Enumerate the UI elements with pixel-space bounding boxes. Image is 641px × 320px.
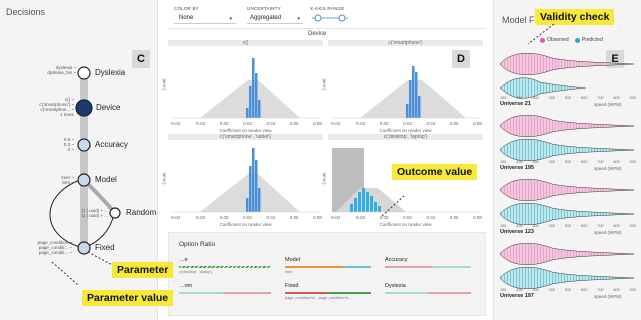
annotation-parameter-value: Parameter value (82, 290, 174, 306)
color-by-label: COLOR BY (174, 6, 199, 11)
plot-title-1: c() (242, 40, 249, 46)
option-card-random[interactable]: …om (179, 283, 271, 303)
option-card-accuracy[interactable]: Accuracy (385, 257, 471, 277)
node-dyslexia[interactable] (77, 66, 91, 80)
node-model[interactable] (77, 173, 91, 187)
axis-ticks-u197: 100 200 300 400 500 600 700 800 900 (500, 288, 636, 292)
option-bar-random (179, 292, 271, 294)
pointer-validity-check (527, 23, 555, 45)
violin-plots (499, 52, 635, 290)
node-label-dyslexia: Dyslexia (95, 68, 126, 77)
node-label-model: Model (95, 175, 117, 184)
option-bar-dyslexia (385, 292, 471, 294)
node-random[interactable] (109, 207, 121, 219)
y-label-3: Count (161, 172, 167, 185)
option-card-fixed[interactable]: Fixed page_condition*d... page_condition… (285, 283, 371, 303)
uncertainty-select[interactable]: Aggregated ▾ (247, 13, 303, 24)
model-fit-panel: Model Fit E Observed Predicted 100 200 3… (493, 0, 641, 320)
node-label-accuracy: Accuracy (95, 140, 128, 149)
option-bar-fixed (285, 292, 371, 294)
x-label-4: Coefficient on reader view (379, 222, 432, 227)
universe-195-unit: speed (WPM) (594, 166, 622, 171)
x-ticks-4: -0.04 -0.02 0.00 0.02 0.04 0.06 0.08 (330, 215, 482, 220)
range-handle-right[interactable] (338, 14, 346, 22)
chevron-down-icon: ▾ (297, 16, 300, 22)
plot-title-2: c('smartphone') (388, 40, 423, 46)
violin-universe-123[interactable] (499, 178, 635, 226)
node-device[interactable] (75, 99, 93, 117)
violin-universe-21[interactable] (499, 52, 635, 99)
x-label-3: Coefficient on reader view (219, 222, 272, 227)
node-opts-device: c() ~ c('smartphone') ~ c('smartphon... ~1… (39, 97, 74, 117)
axis-ticks-u195: 100 200 300 400 500 600 700 800 900 (500, 160, 636, 164)
universe-123-unit: speed (WPM) (594, 230, 622, 235)
node-label-device: Device (96, 103, 121, 112)
option-card-dyslexia[interactable]: Dyslexia (385, 283, 471, 303)
device-histograms (168, 40, 483, 217)
option-card-device[interactable]: …e c('desktop', 'laptop') (179, 257, 271, 277)
x-label-1: Coefficient on reader view (219, 128, 272, 133)
node-opts-random: (1 | uuid) + ... (1 | uuid) + ... (81, 208, 108, 218)
universe-21-label: Universe 21 (500, 101, 531, 107)
pointer-parameter-value (51, 261, 79, 286)
chevron-down-icon: ▾ (229, 16, 232, 22)
option-ratio-panel: Option Ratio …e c('desktop', 'laptop') M… (168, 232, 486, 316)
divider (168, 28, 486, 29)
node-opts-accuracy: 0.6 ~0.3 ~0 ~ (63, 137, 74, 152)
x-ticks-1: -0.04 -0.02 0.00 0.02 0.04 0.06 0.08 (170, 121, 322, 126)
violin-universe-195[interactable] (499, 114, 635, 162)
main-panel: COLOR BY None ▾ UNCERTAINTY Aggregated ▾… (160, 0, 490, 320)
universe-197-unit: speed (WPM) (594, 294, 622, 299)
option-card-model[interactable]: Model lmer (285, 257, 371, 277)
node-opts-fixed: page_condition ~ page_conditi... ~ page_co… (37, 240, 72, 255)
option-bar-model (285, 266, 371, 268)
y-label-1: Count (161, 78, 167, 91)
annotation-parameter: Parameter (112, 262, 174, 278)
color-by-select[interactable]: None ▾ (174, 13, 236, 24)
universe-123-label: Universe 123 (500, 229, 534, 235)
node-accuracy[interactable] (77, 138, 91, 152)
node-label-random: Random (126, 208, 157, 217)
axis-ticks-u21: 100 200 300 400 500 600 700 800 900 (500, 96, 636, 100)
range-handle-left[interactable] (314, 14, 322, 22)
x-label-2: Coefficient on reader view (379, 128, 432, 133)
x-axis-range-slider[interactable] (310, 13, 350, 23)
annotation-outcome-value: Outcome value (392, 164, 478, 180)
option-bar-device (179, 266, 271, 268)
node-opts-model: lmer ~ brm ~ (61, 175, 74, 185)
node-label-fixed: Fixed (95, 243, 115, 252)
y-label-2: Count (321, 78, 327, 91)
universe-21-unit: speed (WPM) (594, 102, 622, 107)
x-axis-range-label: X-AXIS RANGE (310, 6, 345, 11)
x-ticks-2: -0.04 -0.02 0.00 0.02 0.04 0.06 0.08 (330, 121, 482, 126)
plot-title-3: c('smartphone', 'tablet') (219, 134, 272, 140)
universe-197-label: Universe 197 (500, 293, 534, 299)
axis-ticks-u123: 100 200 300 400 500 600 700 800 900 (500, 224, 636, 228)
x-ticks-3: -0.04 -0.02 0.00 0.02 0.04 0.06 0.08 (170, 215, 322, 220)
universe-195-label: Universe 195 (500, 165, 534, 171)
option-ratio-title: Option Ratio (179, 241, 216, 248)
node-opts-dyslexia: dyslexia ~ dyslexia_bin ~ (47, 65, 76, 75)
option-bar-accuracy (385, 266, 471, 268)
y-label-4: Count (321, 172, 327, 185)
uncertainty-label: UNCERTAINTY (247, 6, 281, 11)
violin-universe-197[interactable] (499, 242, 635, 290)
device-title: Device (308, 31, 327, 37)
plot-title-4: c('desktop', 'laptop') (383, 134, 428, 140)
